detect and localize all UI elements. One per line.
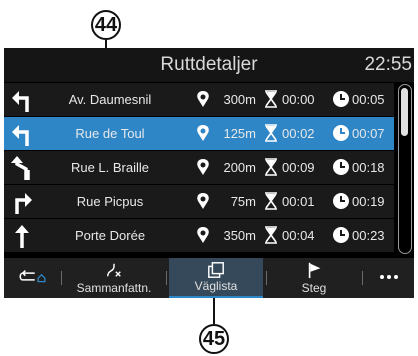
route-summary-icon <box>106 263 121 277</box>
duration: 00:09 <box>282 160 315 175</box>
tab-separator <box>362 271 363 285</box>
distance: 75m <box>230 194 256 209</box>
arrival-time: 00:05 <box>352 92 385 107</box>
distance: 300m <box>223 92 256 107</box>
clock-icon <box>333 91 349 107</box>
scrollbar-thumb[interactable] <box>401 88 408 136</box>
screen-header: Ruttdetaljer 22:55 <box>4 48 414 82</box>
clock-icon <box>333 159 349 175</box>
distance-icon <box>197 193 209 209</box>
arrival-time: 00:07 <box>352 126 385 141</box>
navigation-screen: Ruttdetaljer 22:55 Av. Daumesnil 300m 00… <box>4 48 414 298</box>
street-name: Rue de Toul <box>75 126 145 141</box>
more-icon <box>380 275 398 279</box>
route-row[interactable]: Porte Dorée 350m 00:04 00:23 <box>4 219 394 252</box>
route-row[interactable]: Av. Daumesnil 300m 00:00 00:05 <box>4 83 394 116</box>
bottom-tab-bar: Sammanfattn. Väglista Steg <box>4 258 414 298</box>
route-row[interactable]: Rue L. Braille 200m 00:09 00:18 <box>4 151 394 184</box>
more-button[interactable] <box>364 258 414 298</box>
distance-icon <box>197 91 209 107</box>
route-row[interactable]: Rue Picpus 75m 00:01 00:19 <box>4 185 394 218</box>
right-turn-icon <box>15 193 32 214</box>
callout-44: 44 <box>91 10 121 40</box>
back-home-icon <box>19 270 46 283</box>
flag-icon <box>308 262 321 279</box>
street-name: Porte Dorée <box>74 228 146 243</box>
duration: 00:02 <box>282 126 315 141</box>
street-name: Av. Daumesnil <box>68 92 152 107</box>
duration: 00:01 <box>282 194 315 209</box>
tab-label: Steg <box>301 281 327 295</box>
tab-separator <box>166 271 167 285</box>
duration: 00:04 <box>282 228 315 243</box>
distance-icon <box>197 159 209 175</box>
tab-separator <box>266 271 267 285</box>
left-turn-icon <box>12 125 29 146</box>
back-button[interactable] <box>4 258 60 298</box>
tab-route-list[interactable]: Väglista <box>169 258 263 298</box>
arrival-time: 00:23 <box>352 228 385 243</box>
clock: 22:55 <box>364 54 412 75</box>
page-title: Ruttdetaljer <box>160 54 258 75</box>
duration: 00:00 <box>282 92 315 107</box>
distance: 350m <box>223 228 256 243</box>
hourglass-icon <box>265 226 277 244</box>
clock-icon <box>333 193 349 209</box>
distance-icon <box>197 125 209 141</box>
tab-label: Väglista <box>194 279 238 293</box>
arrival-time: 00:19 <box>352 194 385 209</box>
tab-label: Sammanfattn. <box>76 281 152 295</box>
hourglass-icon <box>265 90 277 108</box>
street-name: Rue L. Braille <box>70 160 150 175</box>
route-list-icon <box>208 262 224 278</box>
keep-left-icon <box>11 156 30 180</box>
clock-icon <box>333 125 349 141</box>
tab-separator <box>61 271 62 285</box>
street-name: Rue Picpus <box>76 194 144 209</box>
scrollbar[interactable] <box>398 84 412 254</box>
straight-icon <box>15 225 29 248</box>
tab-steps[interactable]: Steg <box>269 258 359 298</box>
distance: 200m <box>223 160 256 175</box>
distance-icon <box>197 227 209 243</box>
hourglass-icon <box>265 158 277 176</box>
hourglass-icon <box>265 192 277 210</box>
route-row[interactable]: Rue de Toul 125m 00:02 00:07 <box>4 117 394 150</box>
hourglass-icon <box>265 124 277 142</box>
clock-icon <box>333 227 349 243</box>
left-turn-icon <box>12 91 29 112</box>
tab-summary[interactable]: Sammanfattn. <box>64 258 164 298</box>
callout-45: 45 <box>199 324 229 354</box>
distance: 125m <box>223 126 256 141</box>
arrival-time: 00:18 <box>352 160 385 175</box>
